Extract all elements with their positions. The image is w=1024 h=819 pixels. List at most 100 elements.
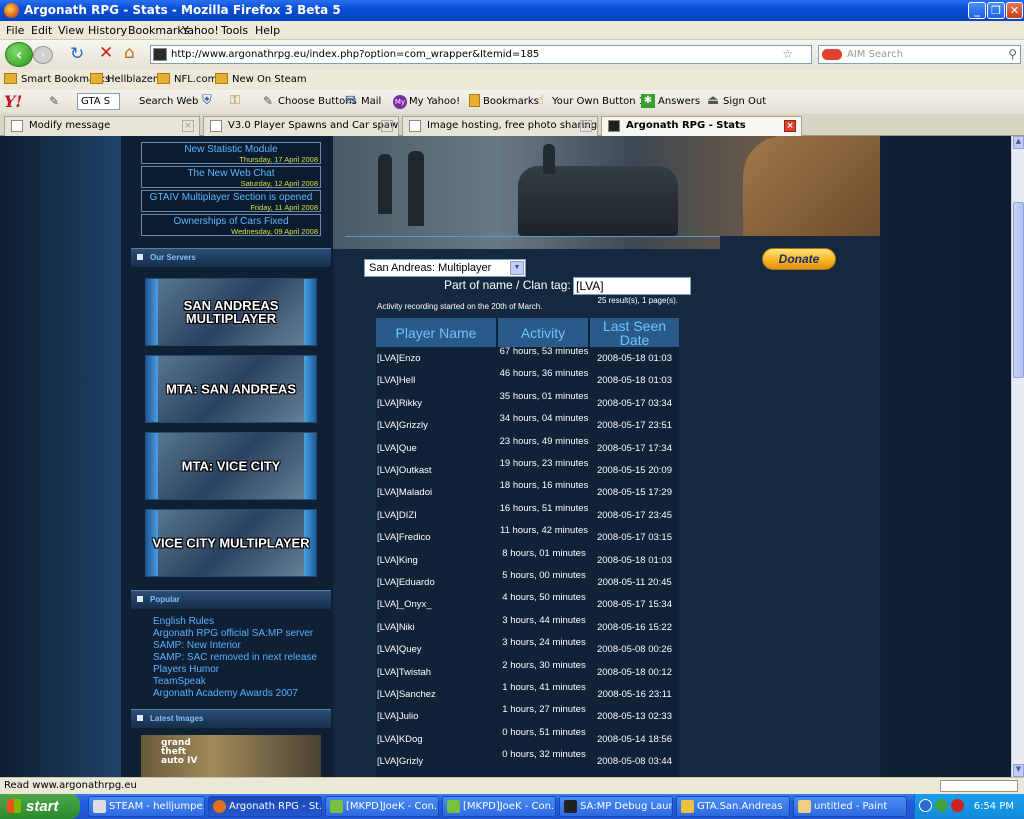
- scroll-up-icon[interactable]: ▲: [1013, 136, 1024, 149]
- close-tab-icon[interactable]: ×: [580, 120, 592, 132]
- pencil-icon[interactable]: ✎: [49, 94, 59, 108]
- table-row[interactable]: [LVA]Julio 1 hours, 27 minutes 2008-05-13 …: [376, 705, 679, 727]
- table-row[interactable]: [LVA]Hell 46 hours, 36 minutes 2008-05-18 …: [376, 369, 679, 391]
- clan-tag-input[interactable]: [LVA]: [573, 277, 691, 295]
- lock-icon[interactable]: ⚿: [230, 93, 240, 108]
- table-row[interactable]: [LVA]Twistah 2 hours, 30 minutes 2008-05-1…: [376, 660, 679, 683]
- menu-yahoo[interactable]: Yahoo!: [182, 24, 219, 37]
- popular-link[interactable]: SAMP: New Interior: [153, 640, 241, 651]
- taskbar-item[interactable]: [MKPD]JoeK - Con...: [442, 796, 556, 817]
- table-row[interactable]: [LVA]DIZI 16 hours, 51 minutes 2008-05-17 …: [376, 503, 679, 526]
- start-button[interactable]: start: [0, 794, 80, 819]
- popular-link[interactable]: English Rules: [153, 616, 214, 627]
- close-button[interactable]: ✕: [1006, 2, 1023, 19]
- server-banner-mta-vc[interactable]: MTA: VICE CITY: [145, 432, 317, 500]
- forward-button[interactable]: ›: [33, 46, 53, 64]
- menu-tools[interactable]: Tools: [221, 24, 248, 37]
- taskbar-item[interactable]: Argonath RPG - St...: [208, 796, 322, 817]
- taskbar-item[interactable]: untitled - Paint: [793, 796, 907, 817]
- server-banner-mta-sa[interactable]: MTA: SAN ANDREAS: [145, 355, 317, 423]
- popular-link[interactable]: Players Humor: [153, 664, 219, 675]
- table-row[interactable]: [LVA]Outkast 19 hours, 23 minutes 2008-05-…: [376, 459, 679, 481]
- news-item[interactable]: New Statistic Module Thursday, 17 April 2…: [141, 142, 321, 164]
- news-item[interactable]: GTAIV Multiplayer Section is opened Frida…: [141, 190, 321, 212]
- taskbar-item[interactable]: SA:MP Debug Laun...: [559, 796, 673, 817]
- tab-modify-message[interactable]: Modify message ×: [4, 116, 200, 136]
- news-item[interactable]: The New Web Chat Saturday, 12 April 2008: [141, 166, 321, 188]
- latest-image-thumbnail[interactable]: grand theft auto IV: [141, 735, 321, 777]
- server-banner-samp[interactable]: SAN ANDREAS MULTIPLAYER: [145, 278, 317, 346]
- popular-link[interactable]: SAMP: SAC removed in next release: [153, 652, 317, 663]
- table-row[interactable]: [LVA]Grizly 0 hours, 32 minutes 2008-05-08…: [376, 750, 679, 772]
- server-banner-vcmp[interactable]: VICE CITY MULTIPLAYER: [145, 509, 317, 577]
- tray-icon[interactable]: [919, 799, 932, 812]
- tab-image-hosting[interactable]: Image hosting, free photo sharing & vi..…: [402, 116, 598, 136]
- your-own-button[interactable]: Your Own Button 1: [552, 96, 645, 107]
- donate-button[interactable]: Donate: [762, 248, 836, 270]
- close-tab-icon[interactable]: ×: [381, 120, 393, 132]
- table-row[interactable]: [LVA]Fredico 11 hours, 42 minutes 2008-05-…: [376, 526, 679, 548]
- table-row[interactable]: [LVA]Grizzly 34 hours, 04 minutes 2008-05-…: [376, 414, 679, 436]
- table-row[interactable]: [LVA]Sanchez 1 hours, 41 minutes 2008-05-1…: [376, 683, 679, 705]
- shield-icon[interactable]: ⛨: [202, 93, 212, 108]
- yahoo-logo-icon[interactable]: Y!: [4, 92, 22, 111]
- table-row[interactable]: [LVA]Que 23 hours, 49 minutes 2008-05-17 1…: [376, 436, 679, 459]
- yahoo-search-input[interactable]: GTA S: [77, 93, 120, 110]
- bookmarks-button[interactable]: Bookmarks: [483, 96, 539, 107]
- menu-help[interactable]: Help: [255, 24, 280, 37]
- search-input[interactable]: AIM Search ⚲: [818, 45, 1021, 64]
- table-row[interactable]: [LVA]_Onyx_ 4 hours, 50 minutes 2008-05-17…: [376, 593, 679, 615]
- magnifier-icon[interactable]: ⚲: [1008, 46, 1017, 63]
- taskbar-item[interactable]: GTA.San.Andreas: [676, 796, 790, 817]
- minimize-button[interactable]: _: [968, 2, 986, 19]
- menu-edit[interactable]: Edit: [31, 24, 52, 37]
- popular-link[interactable]: Argonath RPG official SA:MP server: [153, 628, 313, 639]
- menu-history[interactable]: History: [88, 24, 127, 37]
- stop-icon[interactable]: ✕: [99, 43, 113, 63]
- tab-argonath-stats[interactable]: Argonath RPG - Stats ×: [601, 116, 802, 136]
- table-row[interactable]: [LVA]Eduardo 5 hours, 00 minutes 2008-05-1…: [376, 571, 679, 593]
- menu-bookmarks[interactable]: Bookmarks: [128, 24, 189, 37]
- back-button[interactable]: ‹: [5, 42, 33, 67]
- column-header-activity[interactable]: Activity: [498, 318, 588, 347]
- table-row[interactable]: [LVA]Quey 3 hours, 24 minutes 2008-05-08 0…: [376, 638, 679, 660]
- search-web-button[interactable]: Search Web: [139, 96, 198, 107]
- table-row[interactable]: [LVA]Enzo 67 hours, 53 minutes 2008-05-18 …: [376, 347, 679, 369]
- menu-view[interactable]: View: [58, 24, 84, 37]
- taskbar-item[interactable]: [MKPD]JoeK - Con...: [325, 796, 439, 817]
- server-select[interactable]: San Andreas: Multiplayer ▼: [364, 259, 526, 277]
- table-row[interactable]: [LVA]KDog 0 hours, 51 minutes 2008-05-14 1…: [376, 727, 679, 750]
- tray-icon[interactable]: [951, 799, 964, 812]
- my-yahoo-button[interactable]: My Yahoo!: [409, 96, 460, 107]
- page-scrollbar[interactable]: ▲ ▼: [1011, 136, 1024, 777]
- tray-icon[interactable]: [935, 799, 948, 812]
- popular-link[interactable]: Argonath Academy Awards 2007: [153, 688, 298, 699]
- bookmark-nfl[interactable]: NFL.com: [157, 73, 217, 85]
- table-row[interactable]: [LVA]King 8 hours, 01 minutes 2008-05-18 0…: [376, 548, 679, 571]
- close-tab-icon[interactable]: ×: [784, 120, 796, 132]
- bookmark-steam[interactable]: New On Steam: [215, 73, 307, 85]
- popular-link[interactable]: TeamSpeak: [153, 676, 206, 687]
- clock[interactable]: 6:54 PM: [974, 801, 1014, 812]
- taskbar-item[interactable]: STEAM - helljumpe...: [88, 796, 205, 817]
- url-bar[interactable]: http://www.argonathrpg.eu/index.php?opti…: [150, 45, 812, 64]
- column-header-player-name[interactable]: Player Name: [376, 318, 496, 347]
- scroll-thumb[interactable]: [1013, 202, 1024, 378]
- chevron-down-icon[interactable]: ▼: [510, 261, 524, 275]
- sign-out-button[interactable]: Sign Out: [723, 96, 766, 107]
- news-item[interactable]: Ownerships of Cars Fixed Wednesday, 09 Ap…: [141, 214, 321, 236]
- home-icon[interactable]: ⌂: [124, 43, 135, 63]
- star-icon[interactable]: ☆: [782, 46, 793, 63]
- mail-button[interactable]: Mail: [361, 96, 381, 107]
- answers-button[interactable]: Answers: [658, 96, 700, 107]
- column-header-last-seen[interactable]: Last Seen Date: [590, 318, 679, 347]
- table-row[interactable]: [LVA]Niki 3 hours, 44 minutes 2008-05-16 1…: [376, 615, 679, 638]
- table-row[interactable]: [LVA]Rikky 35 hours, 01 minutes 2008-05-17…: [376, 391, 679, 414]
- table-row[interactable]: [LVA]Maladoi 18 hours, 16 minutes 2008-05-…: [376, 481, 679, 503]
- maximize-button[interactable]: ❐: [987, 2, 1005, 19]
- scroll-down-icon[interactable]: ▼: [1013, 764, 1024, 777]
- tab-v3-player-spawns[interactable]: V3.0 Player Spawns and Car spawns-H...×: [203, 116, 399, 136]
- menu-file[interactable]: File: [6, 24, 24, 37]
- window-title-bar[interactable]: Argonath RPG - Stats - Mozilla Firefox 3…: [0, 0, 1024, 21]
- close-tab-icon[interactable]: ×: [182, 120, 194, 132]
